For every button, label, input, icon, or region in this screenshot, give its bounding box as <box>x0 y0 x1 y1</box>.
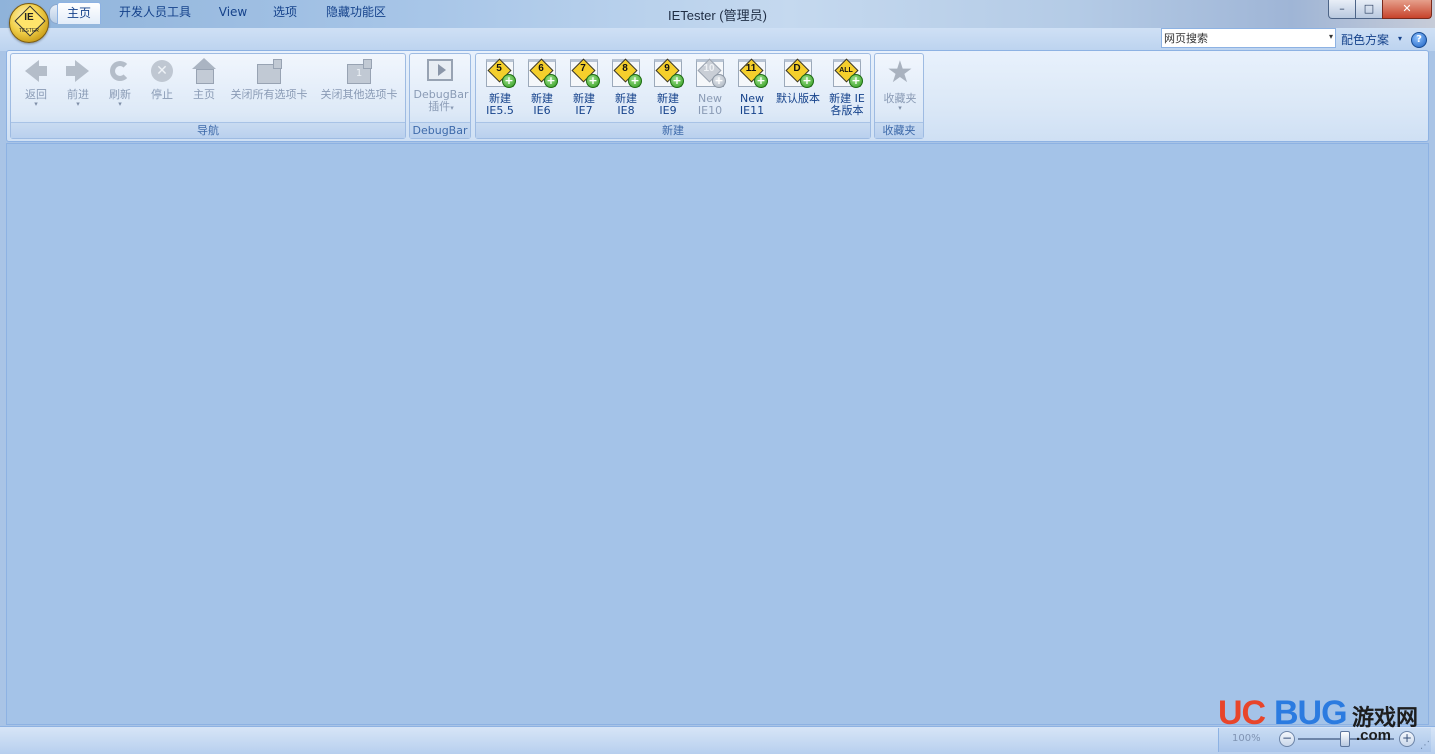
group-label-new: 新建 <box>476 122 870 138</box>
home-label: 主页 <box>193 88 215 101</box>
new-ie6-line2: IE6 <box>533 104 551 117</box>
web-search-input[interactable] <box>1164 30 1318 46</box>
ie9-icon: 9 + <box>653 58 684 88</box>
back-dropdown-icon[interactable]: ▾ <box>15 101 57 108</box>
maximize-button[interactable]: □ <box>1355 0 1383 19</box>
color-scheme-dropdown-icon[interactable]: ▾ <box>1398 34 1402 43</box>
zoom-out-button[interactable]: − <box>1279 731 1295 747</box>
new-ie8-button[interactable]: 8 + 新建 IE8 <box>605 58 647 117</box>
stop-icon: ✕ <box>149 58 175 84</box>
refresh-button[interactable]: 刷新 ▾ <box>99 58 141 108</box>
group-favorites: ★ 收藏夹 ▾ 收藏夹 <box>874 53 924 139</box>
debugbar-plugin-button[interactable]: DebugBar 插件▾ <box>412 58 470 114</box>
new-ie7-button[interactable]: 7 + 新建 IE7 <box>563 58 605 117</box>
tab-view[interactable]: View <box>212 2 254 23</box>
all-versions-icon: ALL + <box>832 58 863 88</box>
zoom-slider-thumb[interactable] <box>1340 731 1350 747</box>
new-ie9-line2: IE9 <box>659 104 677 117</box>
tab-home[interactable]: 主页 <box>57 2 101 24</box>
ie8-icon: 8 + <box>611 58 642 88</box>
debugbar-label-line2: 插件▾ <box>428 100 454 113</box>
new-ie11-button[interactable]: 11 + New IE11 <box>731 58 773 117</box>
favorites-dropdown-icon[interactable]: ▾ <box>877 105 923 112</box>
logo-subtext: TESTER <box>19 28 39 34</box>
group-label-favorites: 收藏夹 <box>875 122 923 138</box>
refresh-dropdown-icon[interactable]: ▾ <box>99 101 141 108</box>
favorites-star-icon: ★ <box>886 55 914 90</box>
close-all-tabs-button[interactable]: 关闭所有选项卡 <box>225 58 313 101</box>
default-version-label: 默认版本 <box>776 92 820 105</box>
all-versions-line2: 各版本 <box>830 104 864 117</box>
debugbar-plugin-icon <box>426 58 456 84</box>
browser-content-area[interactable] <box>6 143 1429 725</box>
new-ie10-button[interactable]: 10 + New IE10 <box>689 58 731 117</box>
app-menu-button[interactable]: IE TESTER <box>9 3 49 43</box>
favorites-button[interactable]: ★ 收藏夹 ▾ <box>877 58 923 112</box>
logo-text: IE <box>24 12 34 23</box>
ie55-icon: 5 + <box>485 58 516 88</box>
new-ie7-line2: IE7 <box>575 104 593 117</box>
back-button[interactable]: 返回 ▾ <box>15 58 57 108</box>
new-ie10-line2: IE10 <box>697 104 723 117</box>
close-other-tabs-label: 关闭其他选项卡 <box>320 88 398 101</box>
tab-developer-tools[interactable]: 开发人员工具 <box>110 2 200 23</box>
close-button[interactable]: ✕ <box>1382 0 1432 19</box>
group-navigation: 返回 ▾ 前进 ▾ 刷新 ▾ ✕ 停止 主页 关闭所有选项卡 1 关闭其他选项卡… <box>10 53 406 139</box>
new-ie8-line2: IE8 <box>617 104 635 117</box>
forward-dropdown-icon[interactable]: ▾ <box>57 101 99 108</box>
new-all-versions-button[interactable]: ALL + 新建 IE 各版本 <box>824 58 870 117</box>
zoom-level: 100% <box>1232 733 1261 744</box>
color-scheme-menu[interactable]: 配色方案 <box>1341 31 1389 48</box>
new-ie11-line2: IE11 <box>739 104 765 117</box>
refresh-icon <box>107 58 133 84</box>
stop-button[interactable]: ✕ 停止 <box>141 58 183 101</box>
zoom-in-button[interactable]: + <box>1399 731 1415 747</box>
ie6-icon: 6 + <box>527 58 558 88</box>
close-other-tabs-button[interactable]: 1 关闭其他选项卡 <box>314 58 404 101</box>
minimize-button[interactable]: – <box>1328 0 1356 19</box>
forward-arrow-icon <box>65 58 91 84</box>
ie10-icon: 10 + <box>695 58 726 88</box>
tab-options[interactable]: 选项 <box>264 2 306 23</box>
new-ie55-button[interactable]: 5 + 新建 IE5.5 <box>479 58 521 117</box>
ie7-icon: 7 + <box>569 58 600 88</box>
new-ie9-button[interactable]: 9 + 新建 IE9 <box>647 58 689 117</box>
close-all-tabs-label: 关闭所有选项卡 <box>230 88 308 101</box>
search-dropdown-icon[interactable]: ▾ <box>1329 32 1333 41</box>
group-label-navigation: 导航 <box>11 122 405 138</box>
forward-button[interactable]: 前进 ▾ <box>57 58 99 108</box>
default-version-icon: D + <box>783 58 814 88</box>
help-icon[interactable]: ? <box>1411 32 1427 48</box>
home-icon <box>191 58 217 84</box>
ie11-icon: 11 + <box>737 58 768 88</box>
group-debugbar: DebugBar 插件▾ DebugBar <box>409 53 471 139</box>
tab-hide-ribbon[interactable]: 隐藏功能区 <box>318 2 394 23</box>
web-search-box[interactable]: ▾ <box>1161 28 1336 48</box>
group-new: 5 + 新建 IE5.5 6 + 新建 IE6 7 + 新建 IE7 8 + 新建 IE… <box>475 53 871 139</box>
new-default-version-button[interactable]: D + 默认版本 <box>773 58 823 105</box>
group-label-debugbar: DebugBar <box>410 122 470 138</box>
stop-label: 停止 <box>151 88 173 101</box>
back-arrow-icon <box>23 58 49 84</box>
close-other-tabs-icon: 1 <box>346 58 372 84</box>
resize-grip-icon[interactable]: ⋰ <box>1420 740 1430 751</box>
close-all-tabs-icon <box>256 58 282 84</box>
new-ie6-button[interactable]: 6 + 新建 IE6 <box>521 58 563 117</box>
home-button[interactable]: 主页 <box>183 58 225 101</box>
new-ie55-line2: IE5.5 <box>486 104 514 117</box>
